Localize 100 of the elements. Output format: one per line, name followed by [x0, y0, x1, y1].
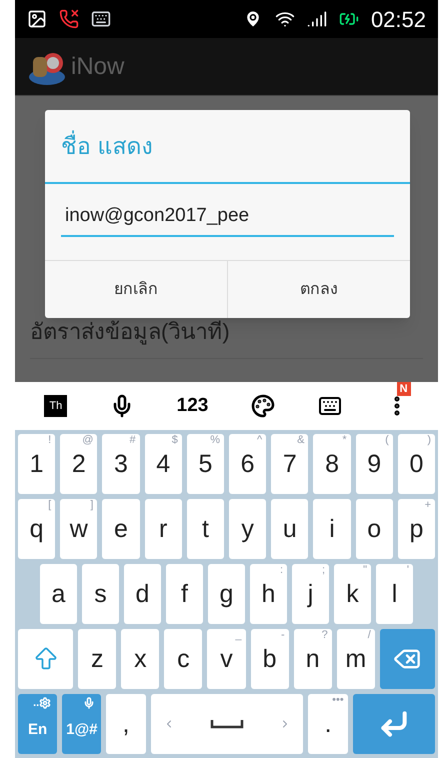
key-label: En	[28, 720, 48, 740]
key-label: y	[241, 516, 254, 542]
keyboard-key[interactable]: ' l	[376, 564, 413, 624]
keyboard-key[interactable]: f	[166, 564, 203, 624]
keyboard-key[interactable]: _ v	[207, 629, 246, 689]
image-icon	[27, 9, 47, 29]
key-label: e	[114, 516, 128, 542]
mic-icon	[83, 697, 96, 709]
key-hint: ]	[90, 500, 94, 511]
key-hint: )	[427, 435, 432, 446]
key-label: m	[345, 646, 366, 672]
keyboard-key[interactable]: % 5	[186, 434, 224, 494]
key-label: q	[30, 516, 44, 542]
app-title: iNow	[71, 52, 124, 82]
dialog-title: ชื่อ แสดง	[61, 128, 152, 164]
key-hint: "	[363, 565, 367, 576]
key-label: l	[392, 582, 398, 606]
keyboard-key[interactable]: i	[313, 499, 351, 559]
key-label: 2	[72, 452, 86, 476]
dialog-button[interactable]: ยกเลิก	[45, 261, 227, 318]
key-hint: ?	[322, 630, 328, 641]
keyboard-key[interactable]: ] w	[60, 499, 98, 559]
keyboard-key[interactable]: - b	[250, 629, 289, 689]
key-label: z	[91, 646, 104, 672]
key-label: .	[324, 712, 332, 736]
keyboard-key[interactable]: z	[78, 629, 116, 689]
keyboard-key[interactable]	[380, 629, 435, 689]
signal-icon	[306, 9, 327, 29]
keyboard-key[interactable]: " k	[334, 564, 371, 624]
key-label: w	[70, 516, 88, 542]
name-input-field[interactable]: inow@gcon2017_pee	[61, 202, 394, 236]
language-button[interactable]: Th	[44, 394, 68, 418]
missed-call-icon	[59, 9, 79, 29]
keyboard-key[interactable]: a	[40, 564, 77, 624]
key-hint: %	[210, 435, 220, 446]
keyboard-hide-icon[interactable]	[318, 394, 342, 418]
key-hint: _	[235, 630, 242, 641]
key-label: 1@#	[66, 720, 98, 740]
keyboard-key[interactable]: & 7	[271, 434, 308, 494]
dialog-button[interactable]: ตกลง	[227, 261, 410, 318]
keyboard-key[interactable]	[352, 694, 435, 754]
key-label: ,	[122, 712, 130, 736]
keyboard-key[interactable]: ^ 6	[229, 434, 266, 494]
key-label: p	[409, 516, 424, 542]
key-label: o	[367, 516, 382, 542]
numbers-button[interactable]: 123	[176, 392, 208, 420]
keyboard-key[interactable]: @ 2	[60, 434, 98, 494]
key-hint: ^	[257, 435, 262, 446]
key-hint: $	[172, 435, 178, 446]
keyboard-key[interactable]: u	[271, 499, 308, 559]
keyboard-key[interactable]: ( 9	[356, 434, 393, 494]
keyboard-key[interactable]: c	[164, 629, 202, 689]
keyboard-key[interactable]: ••• .	[308, 694, 348, 754]
keyboard-key[interactable]: r	[144, 499, 182, 559]
keyboard-key[interactable]: o	[356, 499, 393, 559]
keyboard-key[interactable]: ) 0	[398, 434, 436, 494]
keyboard-key[interactable]: y	[229, 499, 266, 559]
key-label: t	[202, 516, 209, 542]
key-label: u	[282, 516, 297, 542]
key-hint: *	[342, 435, 347, 446]
key-label: b	[262, 646, 277, 672]
key-label: 8	[325, 452, 339, 476]
keyboard-key[interactable]: x	[121, 629, 160, 689]
keyboard-key[interactable]	[18, 629, 74, 689]
keyboard-key[interactable]: : h	[250, 564, 287, 624]
key-hint: [	[48, 500, 52, 511]
key-label: c	[177, 646, 190, 672]
keyboard-key[interactable]: d	[124, 564, 161, 624]
key-hint: -	[280, 630, 285, 641]
keyboard-key[interactable]: $ 4	[144, 434, 182, 494]
keyboard-key[interactable]: t	[186, 499, 224, 559]
keyboard-key[interactable]: / m	[336, 629, 375, 689]
keyboard-key[interactable]: e	[102, 499, 140, 559]
keyboard-key[interactable]: ! 1	[18, 434, 56, 494]
keyboard-icon	[91, 9, 111, 29]
key-label: s	[94, 582, 107, 606]
key-label: d	[136, 582, 150, 606]
keyboard-key[interactable]: + p	[398, 499, 436, 559]
key-hint: :	[280, 565, 283, 576]
key-hint: +	[424, 500, 432, 511]
keyboard-key[interactable]: s	[82, 564, 119, 624]
keyboard-key[interactable]: [ q	[18, 499, 56, 559]
key-label: f	[181, 582, 188, 606]
keyboard-key[interactable]: * 8	[313, 434, 351, 494]
keyboard-key[interactable]: # 3	[102, 434, 140, 494]
key-label: 4	[156, 452, 170, 476]
key-hint: '	[406, 565, 409, 576]
keyboard-key[interactable]: ,	[106, 694, 146, 754]
key-hint: ..	[33, 698, 40, 708]
keyboard-key[interactable]: ; j	[292, 564, 329, 624]
clock-time: 02:52	[370, 6, 426, 34]
key-hint: /	[368, 630, 371, 641]
keyboard-key[interactable]: ? n	[294, 629, 332, 689]
key-label: 3	[114, 452, 128, 476]
palette-icon[interactable]	[251, 394, 276, 418]
key-label: x	[134, 646, 147, 672]
key-hint: (	[385, 435, 389, 446]
key-hint: ;	[322, 565, 325, 576]
key-label: 9	[367, 452, 382, 476]
keyboard-key[interactable]: g	[208, 564, 245, 624]
